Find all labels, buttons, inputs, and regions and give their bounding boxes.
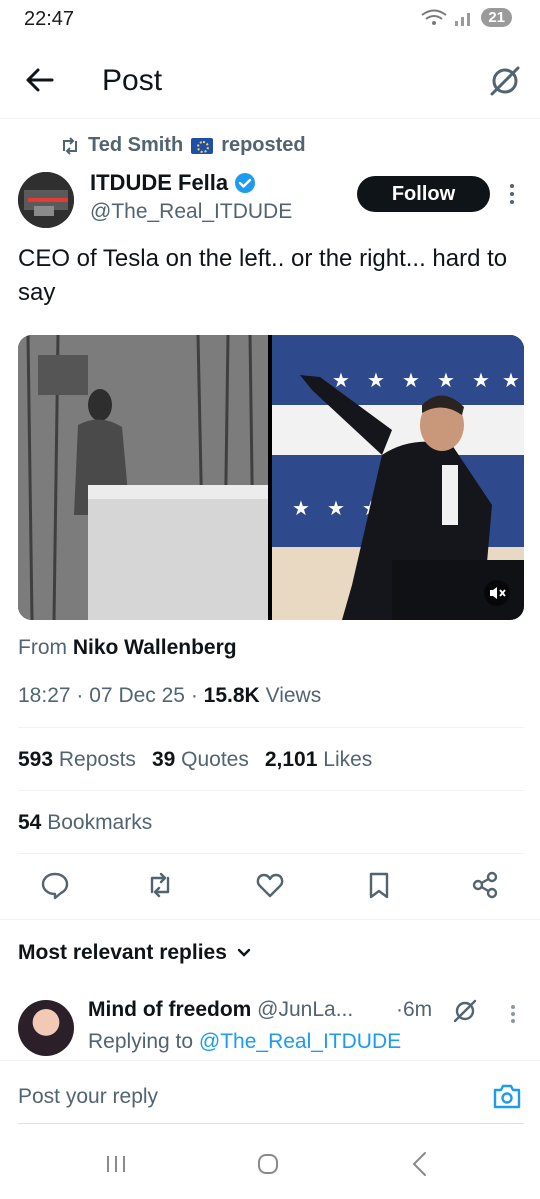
repost-context[interactable]: Ted Smith reposted [60,134,306,157]
repost-suffix: reposted [221,134,306,156]
avatar-image [18,172,74,228]
media-left-image [18,335,268,620]
divider [18,790,524,791]
svg-text:★: ★ [327,498,345,520]
likes-label: Likes [323,748,373,771]
nav-back-icon[interactable] [408,1150,432,1178]
composer-underline [18,1123,524,1124]
bookmarks-count: 54 [18,811,42,834]
status-icons: 21 [421,8,512,27]
svg-text:★: ★ [437,370,455,392]
share-icon[interactable] [470,870,500,900]
bookmarks-stat[interactable]: 54 Bookmarks [18,811,152,835]
likes-count: 2,101 [264,748,318,771]
signal-icon [455,12,471,26]
reply-input[interactable]: Post your reply [18,1085,158,1109]
svg-text:★: ★ [367,370,385,392]
home-icon[interactable] [256,1152,280,1176]
replying-handle-link[interactable]: @The_Real_ITDUDE [199,1030,401,1053]
views-count: 15.8K [203,684,260,707]
like-icon[interactable] [255,870,285,900]
repost-user[interactable]: Ted Smith [88,134,183,157]
reply-author-name[interactable]: Mind of freedom [88,998,251,1021]
author-name[interactable]: ITDUDE Fella [90,170,228,196]
follow-button[interactable]: Follow [357,176,490,212]
meta-dot: · [76,684,84,707]
reposts-stat[interactable]: 593 Reposts [18,748,136,772]
reply-time: ·6m [396,998,433,1021]
reposts-count: 593 [18,748,54,771]
divider [18,727,524,728]
quotes-label: Quotes [181,748,249,771]
mute-icon[interactable] [484,580,510,606]
repost-small-icon [63,136,77,155]
media-right-image: ★★ ★★ ★★ ★★ ★ [272,335,524,620]
views-label: Views [265,684,322,707]
repost-icon[interactable] [145,870,175,900]
camera-icon[interactable] [492,1081,522,1111]
reply-author[interactable]: Mind of freedom @JunLa... [88,998,353,1022]
historical-photo [18,335,268,620]
grok-icon[interactable] [452,998,478,1024]
bookmarks-label: Bookmarks [47,811,153,834]
from-prefix: From [18,636,67,659]
svg-text:★: ★ [472,370,490,392]
page-title: Post [102,64,163,97]
eu-flag-icon [191,137,214,154]
more-options-icon[interactable] [506,1002,520,1026]
tweet-text: CEO of Tesla on the left.. or the right.… [18,245,508,306]
divider [18,853,524,854]
divider [0,919,540,920]
chevron-down-icon [237,948,251,957]
author-name-row[interactable]: ITDUDE Fella [90,170,256,196]
replying-to: Replying to @The_Real_ITDUDE [88,1030,401,1054]
quotes-count: 39 [151,748,176,771]
engagement-stats: 593 Reposts 39 Quotes 2,101 Likes [18,748,372,772]
tweet-media[interactable]: ★★ ★★ ★★ ★★ ★ [18,335,524,620]
svg-text:★: ★ [402,370,420,392]
from-name[interactable]: Niko Wallenberg [73,636,237,659]
likes-stat[interactable]: 2,101 Likes [265,748,372,772]
post-date: 07 Dec 25 [89,684,185,707]
modern-photo: ★★ ★★ ★★ ★★ ★ [272,335,524,620]
svg-text:★: ★ [502,370,520,392]
grok-icon[interactable] [488,64,522,98]
post-meta: 18:27 · 07 Dec 25 · 15.8K Views [18,684,321,708]
more-options-icon[interactable] [504,180,520,208]
back-arrow-icon[interactable] [22,62,58,98]
header-divider [0,118,540,119]
replies-header-label: Most relevant replies [18,941,227,964]
author-avatar[interactable] [18,172,74,228]
recent-apps-icon[interactable] [104,1152,128,1176]
reply-icon[interactable] [40,870,70,900]
bookmark-icon[interactable] [364,870,394,900]
reply-author-handle[interactable]: @JunLa... [257,998,353,1021]
quotes-stat[interactable]: 39 Quotes [152,748,249,772]
author-handle[interactable]: @The_Real_ITDUDE [90,200,292,224]
battery-level: 21 [481,8,512,27]
svg-text:★: ★ [292,498,310,520]
reposts-label: Reposts [58,748,136,771]
reply-avatar[interactable] [18,1000,74,1056]
wifi-icon [421,9,447,25]
status-time: 22:47 [24,8,75,30]
verified-badge-icon [235,173,256,193]
replies-sort-toggle[interactable]: Most relevant replies [18,941,251,965]
post-time: 18:27 [18,684,71,707]
from-attribution[interactable]: From Niko Wallenberg [18,636,237,660]
replying-prefix: Replying to [88,1030,194,1053]
meta-dot: · [190,684,198,707]
